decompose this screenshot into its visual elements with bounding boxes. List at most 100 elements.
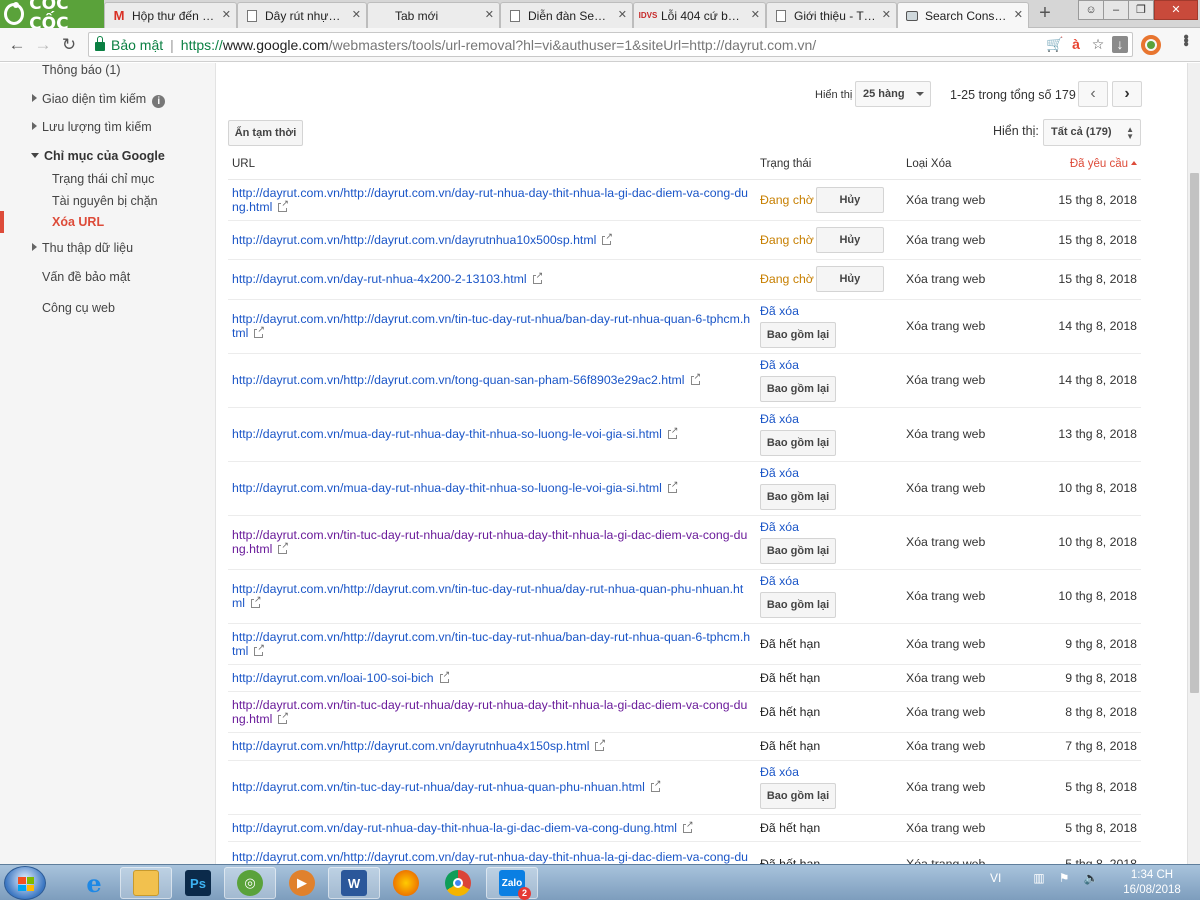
sidebar-item-blocked-resources[interactable]: Tài nguyên bị chặn [52, 194, 158, 208]
close-icon[interactable]: ✕ [1014, 8, 1023, 21]
status-text[interactable]: Đã xóa [760, 412, 898, 426]
cancel-button[interactable]: Hủy [815, 186, 884, 213]
external-link-icon[interactable] [667, 480, 679, 493]
browser-tab[interactable]: Tab mới ✕ [367, 2, 500, 28]
page-scrollbar[interactable] [1187, 63, 1200, 864]
reinclude-button[interactable]: Bao gồm lại [760, 484, 836, 510]
header-url[interactable]: URL [228, 150, 756, 180]
removed-url-link[interactable]: http://dayrut.com.vn/mua-day-rut-nhua-da… [232, 481, 662, 495]
sidebar-item-search-appearance[interactable]: Giao diện tìm kiếm i [32, 92, 166, 108]
taskbar-chrome[interactable] [432, 867, 484, 899]
status-text[interactable]: Đã xóa [760, 574, 898, 588]
taskbar-clock[interactable]: 1:34 CH 16/08/2018 [1112, 868, 1192, 898]
external-link-icon[interactable] [667, 426, 679, 439]
removed-url-link[interactable]: http://dayrut.com.vn/tin-tuc-day-rut-nhu… [232, 698, 747, 726]
external-link-icon[interactable] [278, 198, 289, 212]
maximize-button[interactable]: ❐ [1128, 0, 1154, 20]
back-icon[interactable]: ← [6, 34, 28, 56]
status-text[interactable]: Đã xóa [760, 520, 898, 534]
browser-tab[interactable]: Giới thiệu - Tại s ✕ [766, 2, 897, 28]
coccoc-accent-icon[interactable]: à [1068, 36, 1084, 53]
extension-icon[interactable] [1141, 35, 1161, 55]
browser-tab[interactable]: IDVS Lỗi 404 cứ báo tr ✕ [633, 2, 766, 28]
external-link-icon[interactable] [254, 325, 265, 338]
account-button[interactable]: ☺ [1078, 0, 1104, 20]
coccoc-brand[interactable]: CỐC CỐC [0, 0, 104, 34]
removed-url-link[interactable]: http://dayrut.com.vn/http://dayrut.com.v… [232, 186, 748, 214]
taskbar-photoshop[interactable]: Ps [172, 867, 224, 899]
hide-temporarily-button[interactable]: Ẩn tạm thời [228, 120, 303, 146]
external-link-icon[interactable] [595, 738, 607, 751]
header-type[interactable]: Loại Xóa [902, 150, 1041, 180]
status-text[interactable]: Đã xóa [760, 466, 898, 480]
rows-per-page-select[interactable]: 25 hàng [855, 81, 931, 107]
cancel-button[interactable]: Hủy [815, 266, 884, 292]
header-status[interactable]: Trạng thái [756, 150, 902, 180]
taskbar-firefox[interactable] [380, 867, 432, 899]
removed-url-link[interactable]: http://dayrut.com.vn/http://dayrut.com.v… [232, 233, 596, 247]
close-icon[interactable]: ✕ [352, 8, 361, 21]
sidebar-item-security-issues[interactable]: Vấn đề bảo mật [42, 270, 130, 284]
reinclude-button[interactable]: Bao gồm lại [760, 430, 836, 456]
reinclude-button[interactable]: Bao gồm lại [760, 592, 836, 618]
reload-icon[interactable]: ↻ [58, 34, 80, 56]
external-link-icon[interactable] [602, 231, 613, 245]
volume-icon[interactable]: 🔈 [1083, 871, 1098, 885]
sidebar-item-web-tools[interactable]: Công cụ web [42, 301, 115, 315]
sidebar-item-remove-urls[interactable]: Xóa URL [52, 215, 104, 229]
external-link-icon[interactable] [250, 595, 262, 608]
scrollbar-thumb[interactable] [1190, 173, 1199, 693]
forward-icon[interactable]: → [32, 34, 54, 56]
bookmark-star-icon[interactable]: ☆ [1090, 36, 1106, 53]
external-link-icon[interactable] [254, 642, 265, 656]
removed-url-link[interactable]: http://dayrut.com.vn/tin-tuc-day-rut-nhu… [232, 528, 747, 556]
url-input[interactable]: Bảo mật | https://www.google.com/webmast… [88, 32, 1133, 57]
external-link-icon[interactable] [439, 669, 451, 683]
browser-tab[interactable]: Dây rút nhựa 10 ✕ [237, 2, 367, 28]
removed-url-link[interactable]: http://dayrut.com.vn/day-rut-nhua-4x200-… [232, 272, 527, 286]
language-indicator[interactable]: VI [990, 871, 1001, 885]
reinclude-button[interactable]: Bao gồm lại [760, 322, 836, 348]
external-link-icon[interactable] [278, 710, 289, 724]
taskbar-media-player[interactable]: ▶ [276, 867, 328, 899]
window-close-button[interactable]: ✕ [1154, 0, 1198, 20]
external-link-icon[interactable] [278, 541, 289, 554]
status-text[interactable]: Đã xóa [760, 304, 898, 318]
close-icon[interactable]: ✕ [751, 8, 760, 21]
cancel-button[interactable]: Hủy [815, 226, 884, 253]
start-button[interactable] [4, 866, 46, 900]
taskbar-explorer[interactable] [120, 867, 172, 899]
close-icon[interactable]: ✕ [222, 8, 231, 21]
external-link-icon[interactable] [690, 372, 702, 385]
close-icon[interactable]: ✕ [618, 8, 627, 21]
taskbar-word[interactable]: W [328, 867, 380, 899]
removed-url-link[interactable]: http://dayrut.com.vn/day-rut-nhua-day-th… [232, 821, 677, 835]
removed-url-link[interactable]: http://dayrut.com.vn/tin-tuc-day-rut-nhu… [232, 780, 645, 794]
taskbar-ie[interactable]: e [68, 867, 120, 899]
sidebar-item-search-traffic[interactable]: Lưu lượng tìm kiếm [32, 120, 152, 134]
close-icon[interactable]: ✕ [882, 8, 891, 21]
reinclude-button[interactable]: Bao gồm lại [760, 783, 836, 809]
next-page-button[interactable]: › [1112, 81, 1142, 107]
reinclude-button[interactable]: Bao gồm lại [760, 376, 836, 402]
browser-tab[interactable]: M Hộp thư đến (12 ✕ [104, 2, 237, 28]
sidebar-item-notifications[interactable]: Thông báo (1) [42, 63, 121, 77]
prev-page-button[interactable]: ‹ [1078, 81, 1108, 107]
removed-url-link[interactable]: http://dayrut.com.vn/http://dayrut.com.v… [232, 630, 750, 658]
removed-url-link[interactable]: http://dayrut.com.vn/loai-100-soi-bich [232, 671, 434, 685]
external-link-icon[interactable] [682, 819, 694, 833]
sidebar-item-crawl[interactable]: Thu thập dữ liệu [32, 241, 133, 255]
taskbar-coccoc[interactable]: ◎ [224, 867, 276, 899]
reinclude-button[interactable]: Bao gồm lại [760, 538, 836, 564]
shopping-cart-icon[interactable]: 🛒 [1046, 36, 1063, 53]
removed-url-link[interactable]: http://dayrut.com.vn/http://dayrut.com.v… [232, 850, 748, 864]
removed-url-link[interactable]: http://dayrut.com.vn/http://dayrut.com.v… [232, 739, 589, 753]
info-icon[interactable]: i [152, 95, 166, 108]
network-error-icon[interactable]: ▥ [1033, 871, 1044, 885]
header-requested[interactable]: Đã yêu cầu [1041, 150, 1141, 180]
external-link-icon[interactable] [532, 271, 544, 284]
download-icon[interactable]: ↓ [1112, 36, 1128, 53]
browser-menu-icon[interactable]: ••• [1176, 34, 1194, 45]
browser-tab[interactable]: Search Console ✕ [897, 2, 1029, 28]
status-filter-select[interactable]: Tất cả (179) ▲ ▼ [1043, 119, 1141, 146]
